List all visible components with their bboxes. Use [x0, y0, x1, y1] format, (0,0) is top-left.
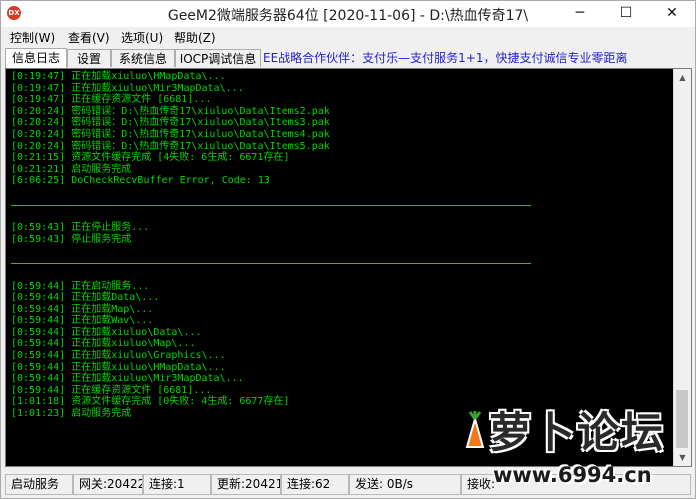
partner-marquee: EE战略合作伙伴：支付乐—支付服务1+1，快捷支付诚信专业零距离	[263, 51, 628, 65]
menu-bar: 控制(W) 查看(V) 选项(U) 帮助(Z)	[1, 27, 695, 47]
status-update: 更新:20421	[211, 474, 281, 495]
log-line: [0:59:44] 正在加载Map\...	[11, 303, 154, 315]
tab-settings[interactable]: 设置	[67, 49, 111, 67]
log-line: [0:59:43] 正在停止服务...	[11, 222, 150, 234]
watermark-url: www.6994.cn	[493, 463, 652, 487]
status-start-service: 启动服务	[5, 474, 73, 495]
status-connections-1: 连接:1	[143, 474, 211, 495]
menu-control[interactable]: 控制(W)	[10, 29, 55, 46]
status-connections-2: 连接:62	[281, 474, 349, 495]
log-line: [0:19:47] 正在加载xiuluo\HMapData\...	[11, 71, 226, 82]
log-line: [0:59:44] 正在加载xiuluo\HMapData\...	[11, 361, 226, 373]
log-line: [0:21:21] 启动服务完成	[11, 163, 132, 175]
app-window: DX GeeM2微端服务器64位 [2020-11-06] - D:\热血传奇1…	[0, 0, 696, 499]
tab-system-info[interactable]: 系统信息	[111, 49, 175, 67]
menu-help[interactable]: 帮助(Z)	[174, 29, 216, 46]
log-line: [0:19:47] 正在缓存资源文件 [6681]...	[11, 94, 212, 106]
title-bar[interactable]: DX GeeM2微端服务器64位 [2020-11-06] - D:\热血传奇1…	[1, 1, 695, 27]
log-line: [0:19:47] 正在加载xiuluo\Mir3MapData\...	[11, 82, 244, 94]
menu-view[interactable]: 查看(V)	[68, 29, 110, 46]
log-separator	[11, 199, 656, 211]
log-line: [0:59:44] 正在加载Wav\...	[11, 315, 154, 327]
tab-info-log[interactable]: 信息日志	[5, 48, 67, 68]
log-line: [0:59:44] 正在加载xiuluo\Map\...	[11, 338, 196, 350]
log-line: [0:20:24] 密码错误：D:\热血传奇17\xiuluo\Data\Ite…	[11, 128, 330, 140]
menu-options[interactable]: 选项(U)	[121, 29, 163, 46]
watermark-text: 萝卜论坛	[489, 408, 666, 457]
log-line: [0:59:43] 停止服务完成	[11, 233, 132, 245]
minimize-button[interactable]: ─	[557, 1, 603, 27]
log-line: [0:20:24] 密码错误：D:\热血传奇17\xiuluo\Data\Ite…	[11, 105, 330, 117]
log-line: [0:59:44] 正在加载xiuluo\Graphics\...	[11, 350, 226, 362]
log-line: [0:21:15] 资源文件缓存完成 [4失败: 6生成: 6671存在]	[11, 152, 290, 164]
log-line: [0:59:44] 正在启动服务...	[11, 280, 150, 292]
scroll-up-icon[interactable]: ▲	[674, 69, 691, 86]
log-line: [0:20:24] 密码错误：D:\热血传奇17\xiuluo\Data\Ite…	[11, 117, 330, 129]
log-separator	[11, 257, 656, 269]
log-line: [0:59:44] 正在加载Data\...	[11, 292, 160, 304]
maximize-button[interactable]: ☐	[603, 1, 649, 27]
tab-iocp-debug[interactable]: IOCP调试信息	[175, 49, 261, 67]
log-line: [0:59:44] 正在加载xiuluo\Mir3MapData\...	[11, 373, 244, 385]
site-watermark: 萝卜论坛 www.6994.cn	[441, 397, 695, 497]
log-line: [6:06:25] DoCheckRecvBuffer Error, Code:…	[11, 175, 270, 187]
status-gateway: 网关:20422	[73, 474, 143, 495]
close-button[interactable]: ✕	[649, 1, 695, 27]
log-line: [0:59:44] 正在加载xiuluo\Data\...	[11, 326, 202, 338]
log-line: [0:20:24] 密码错误：D:\热血传奇17\xiuluo\Data\Ite…	[11, 140, 330, 152]
log-list: [0:19:47] 正在加载xiuluo\HMapData\... [0:19:4…	[11, 71, 656, 420]
log-line: [0:59:44] 正在缓存资源文件 [6681]...	[11, 384, 212, 396]
